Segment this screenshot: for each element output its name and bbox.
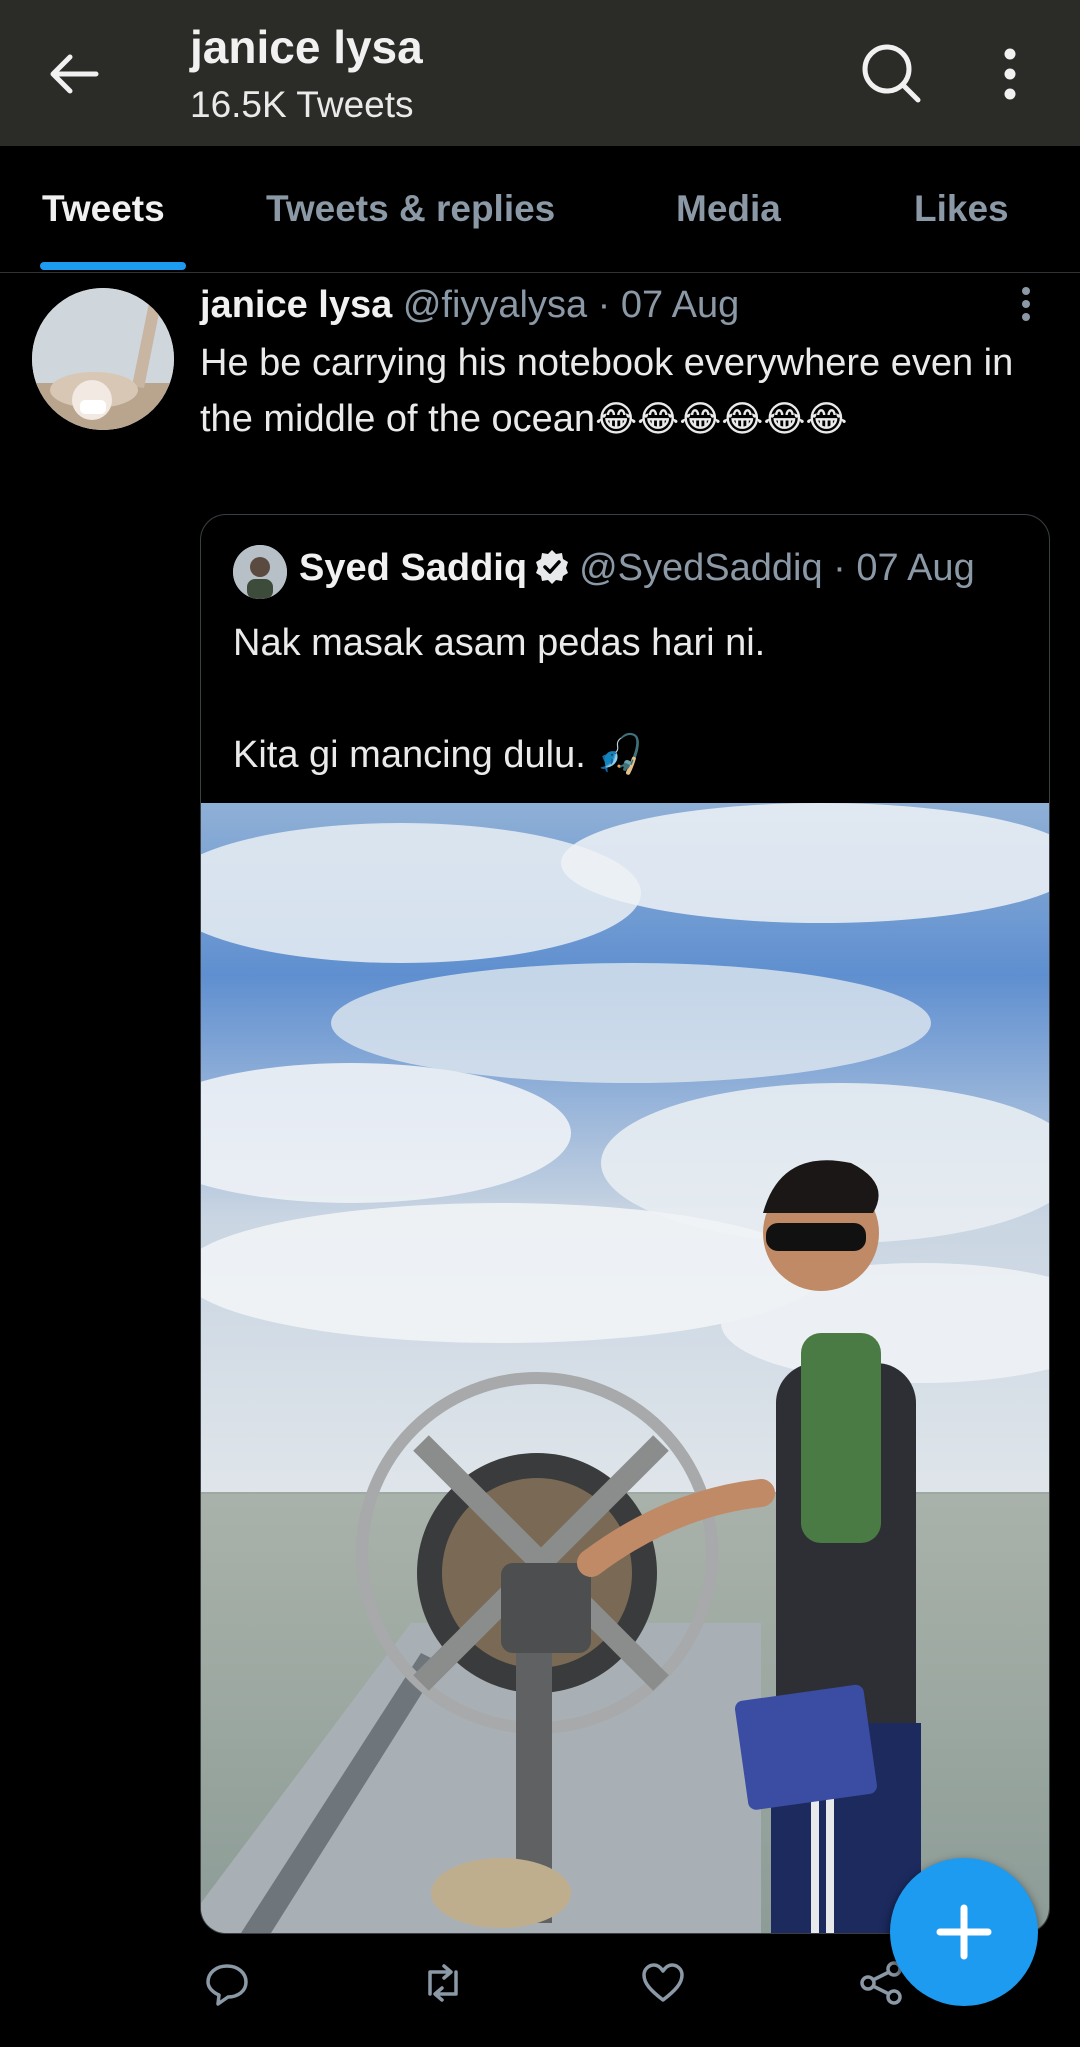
tweet-count: 16.5K Tweets — [190, 84, 414, 125]
plus-icon — [936, 1904, 992, 1960]
retweet-icon[interactable] — [420, 1960, 466, 2006]
quoted-date: 07 Aug — [856, 547, 975, 589]
author-handle[interactable]: @fiyyalysa — [403, 284, 587, 326]
active-tab-indicator — [40, 262, 186, 270]
quoted-tweet-card[interactable]: Syed Saddiq @SyedSaddiq · 07 Aug Nak mas… — [200, 514, 1050, 1934]
verified-badge-icon — [536, 550, 569, 584]
quoted-text: Nak masak asam pedas hari ni. Kita gi ma… — [233, 622, 766, 776]
search-icon[interactable] — [858, 40, 924, 106]
tab-media[interactable]: Media — [676, 188, 781, 230]
top-app-bar: janice lysa 16.5K Tweets — [0, 0, 1080, 146]
profile-tabs: Tweets Tweets & replies Media Likes — [0, 146, 1080, 273]
quoted-avatar — [233, 545, 287, 599]
quoted-author-name: Syed Saddiq — [299, 547, 528, 589]
heart-icon[interactable] — [640, 1960, 686, 2006]
tab-likes[interactable]: Likes — [914, 188, 1009, 230]
tweet-header: janice lysa @fiyyalysa · 07 Aug — [200, 284, 739, 327]
arrow-left-icon[interactable] — [44, 44, 104, 104]
separator: · — [597, 284, 611, 326]
author-name[interactable]: janice lysa — [200, 284, 392, 326]
quoted-author-handle: @SyedSaddiq — [579, 547, 823, 589]
avatar[interactable] — [32, 288, 174, 430]
tab-tweets[interactable]: Tweets — [42, 188, 165, 230]
quoted-header: Syed Saddiq @SyedSaddiq · 07 Aug — [299, 547, 975, 590]
tweet-text: He be carrying his notebook everywhere e… — [200, 336, 1020, 447]
compose-button[interactable] — [890, 1858, 1038, 2006]
tweet-more-icon[interactable] — [1014, 284, 1038, 324]
quoted-separator: · — [833, 547, 846, 589]
laughing-emoji-icons: 😂😂😂😂😂😂 — [595, 398, 848, 439]
tab-tweets-replies[interactable]: Tweets & replies — [266, 188, 555, 230]
more-vertical-icon[interactable] — [990, 44, 1030, 104]
tweet-date[interactable]: 07 Aug — [621, 284, 739, 326]
profile-title: janice lysa — [190, 21, 423, 73]
quoted-photo[interactable] — [201, 803, 1049, 1933]
reply-icon[interactable] — [204, 1960, 250, 2006]
